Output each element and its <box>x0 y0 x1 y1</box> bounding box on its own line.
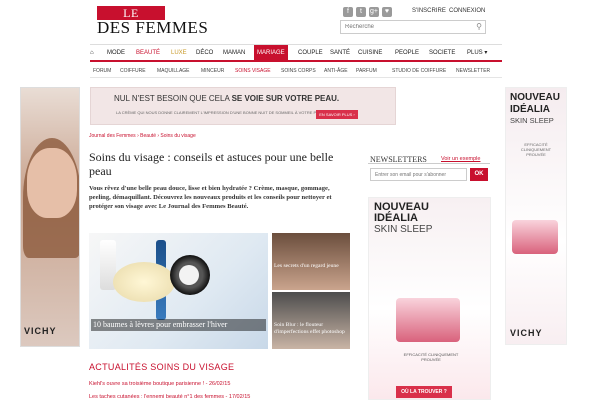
nav-maman[interactable]: MAMAN <box>220 45 248 62</box>
search-input[interactable] <box>340 20 486 34</box>
side-article-1[interactable]: Les secrets d'un regard jeune <box>272 233 350 290</box>
twitter-icon[interactable]: t <box>356 7 366 17</box>
nav-mode[interactable]: MODE <box>104 45 128 62</box>
nav-cuisine[interactable]: CUISINE <box>355 45 385 62</box>
signup-link[interactable]: S'INSCRIRE <box>412 8 446 14</box>
news-item[interactable]: Les taches cutanées : l'ennemi beauté n°… <box>89 394 250 400</box>
nav-mariage[interactable]: MARIAGE <box>254 45 288 62</box>
newsletter-example-link[interactable]: Voir un exemple <box>441 156 480 162</box>
subnav-soins-corps[interactable]: SOINS CORPS <box>281 64 316 78</box>
right-ad-line3: SKIN SLEEP <box>510 116 554 125</box>
news-item[interactable]: Kiehl's ouvre sa troisième boutique pari… <box>89 381 230 387</box>
nav-societe[interactable]: SOCIETE <box>426 45 458 62</box>
search-icon[interactable]: ⚲ <box>474 22 484 32</box>
subnav-soins-visage[interactable]: SOINS VISAGE <box>235 64 271 78</box>
mid-ad-note: EFFICACITÉ CLINIQUEMENT PROUVÉE <box>403 352 459 362</box>
subnav-anti-age[interactable]: ANTI-ÂGE <box>324 64 348 78</box>
subnav-maquillage[interactable]: MAQUILLAGE <box>157 64 190 78</box>
login-link[interactable]: CONNEXION <box>449 8 485 14</box>
vichy-logo[interactable]: VICHY <box>510 328 543 338</box>
left-ad-banner[interactable] <box>20 87 80 347</box>
product-jar <box>396 298 460 342</box>
right-ad-banner[interactable] <box>505 87 567 345</box>
page-title: Soins du visage : conseils et astuces po… <box>89 150 334 178</box>
newsletter-email-input[interactable] <box>370 168 467 181</box>
nav-plus[interactable]: PLUS ▾ <box>464 45 490 62</box>
mid-ad-cta-button[interactable]: OÙ LA TROUVER ? <box>396 386 452 398</box>
nav-sante[interactable]: SANTÉ <box>327 45 353 62</box>
nav-beaute[interactable]: BEAUTÉ <box>133 45 164 62</box>
mid-ad-line2: IDÉALIA <box>374 212 418 224</box>
home-icon[interactable]: ⌂ <box>90 45 98 62</box>
subnav-newsletter[interactable]: NEWSLETTER <box>456 64 490 78</box>
banner-tagline: LA CRÈME QUI NOUS DONNE CLAIREMENT L'IMP… <box>116 110 325 115</box>
page-intro: Vous rêvez d'une belle peau douce, lisse… <box>89 185 332 210</box>
right-ad-note: EFFICACITÉ CLINIQUEMENT PROUVÉE <box>520 142 552 157</box>
nav-deco[interactable]: DÉCO <box>193 45 216 62</box>
chanel-balm-center <box>179 265 199 285</box>
side-article-2-caption[interactable]: Soin Blur : le flouteur d'imperfections … <box>274 322 346 336</box>
main-nav: ⌂ MODE BEAUTÉ LUXE DÉCO MAMAN MARIAGE CO… <box>90 44 502 62</box>
subnav-studio-coiffure[interactable]: STUDIO DE COIFFURE <box>392 64 446 78</box>
nav-luxe[interactable]: LUXE <box>168 45 190 62</box>
subnav-minceur[interactable]: MINCEUR <box>201 64 224 78</box>
nav-people[interactable]: PEOPLE <box>392 45 422 62</box>
side-article-1-caption[interactable]: Les secrets d'un regard jeune <box>274 263 346 270</box>
section-heading: ACTUALITÉS SOINS DU VISAGE <box>89 362 235 372</box>
googleplus-icon[interactable]: g+ <box>369 7 379 17</box>
right-ad-line1: NOUVEAU <box>510 92 561 103</box>
newsletter-submit-button[interactable]: OK <box>470 168 488 181</box>
subnav-coiffure[interactable]: COIFFURE <box>120 64 146 78</box>
sub-nav: FORUM COIFFURE MAQUILLAGE MINCEUR SOINS … <box>90 64 502 78</box>
subnav-parfum[interactable]: PARFUM <box>356 64 377 78</box>
model-face <box>27 148 77 218</box>
banner-cta-button[interactable]: EN SAVOIR PLUS › <box>316 110 358 119</box>
subnav-forum[interactable]: FORUM <box>93 64 111 78</box>
featured-article-caption[interactable]: 10 baumes à lèvres pour embrasser l'hive… <box>91 319 266 331</box>
mid-ad-line3: SKIN SLEEP <box>374 224 433 235</box>
vichy-logo[interactable]: VICHY <box>24 326 57 336</box>
lip-balm-pot <box>113 262 175 302</box>
facebook-icon[interactable]: f <box>343 7 353 17</box>
pinterest-icon[interactable]: ♥ <box>382 7 392 17</box>
product-jar <box>512 220 558 254</box>
banner-title: NUL N'EST BESOIN QUE CELA SE VOIE SUR VO… <box>114 94 340 103</box>
newsletter-divider <box>368 163 490 164</box>
breadcrumb[interactable]: Journal des Femmes › Beauté › Soins du v… <box>89 133 196 139</box>
logo-bottom[interactable]: DES FEMMES <box>97 19 208 37</box>
top-ad-banner[interactable] <box>90 87 396 125</box>
right-ad-line2: IDÉALIA <box>510 104 550 115</box>
side-article-2[interactable]: Soin Blur : le flouteur d'imperfections … <box>272 292 350 349</box>
nav-couple[interactable]: COUPLE <box>295 45 326 62</box>
